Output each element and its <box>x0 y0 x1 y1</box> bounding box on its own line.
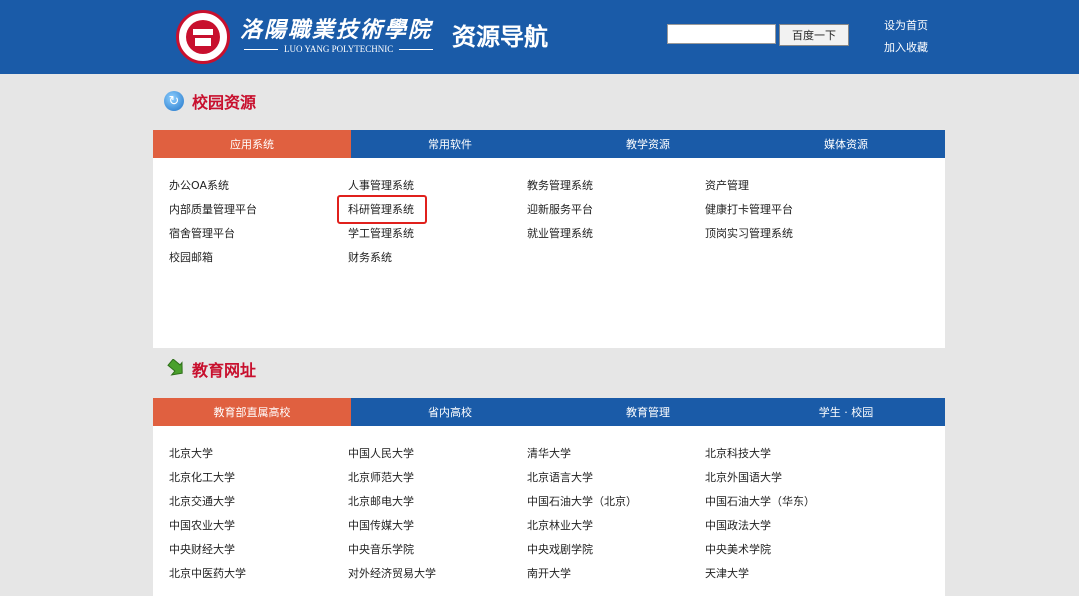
set-homepage-link[interactable]: 设为首页 <box>884 17 928 33</box>
link-university[interactable]: 中央戏剧学院 <box>527 538 705 562</box>
campus-tabs: 应用系统 常用软件 教学资源 媒体资源 <box>153 130 945 158</box>
green-arrow-icon <box>164 359 184 379</box>
link-university[interactable]: 中国石油大学（华东） <box>705 490 883 514</box>
add-favorite-link[interactable]: 加入收藏 <box>884 39 928 55</box>
search-button[interactable]: 百度一下 <box>779 24 849 46</box>
link-university[interactable]: 中国传媒大学 <box>348 514 527 538</box>
refresh-icon: ↻ <box>164 91 184 111</box>
link-university[interactable]: 天津大学 <box>705 562 883 586</box>
tab-provincial-universities[interactable]: 省内高校 <box>351 398 549 426</box>
link-university[interactable]: 北京化工大学 <box>169 466 348 490</box>
tab-student-campus[interactable]: 学生 · 校园 <box>747 398 945 426</box>
campus-heading-title: 校园资源 <box>192 93 257 112</box>
link-academic-system[interactable]: 教务管理系统 <box>527 174 705 198</box>
link-university[interactable]: 北京林业大学 <box>527 514 705 538</box>
education-section-heading: 教育网址 <box>164 357 256 381</box>
link-university[interactable]: 中国石油大学（北京） <box>527 490 705 514</box>
link-university[interactable]: 北京交通大学 <box>169 490 348 514</box>
education-heading-title: 教育网址 <box>192 361 257 380</box>
link-campus-mail[interactable]: 校园邮箱 <box>169 246 348 270</box>
link-university[interactable]: 北京师范大学 <box>348 466 527 490</box>
campus-section-heading: ↻ 校园资源 <box>164 89 256 113</box>
brand-name-cn: 洛陽職業技術學院 <box>240 17 433 43</box>
education-panel: 教育部直属高校 省内高校 教育管理 学生 · 校园 北京大学 中国人民大学 清华… <box>153 398 945 596</box>
tab-ministry-universities[interactable]: 教育部直属高校 <box>153 398 351 426</box>
link-finance-system[interactable]: 财务系统 <box>348 246 527 270</box>
link-enrollment-platform[interactable]: 迎新服务平台 <box>527 198 705 222</box>
link-university[interactable]: 清华大学 <box>527 442 705 466</box>
link-quality-platform[interactable]: 内部质量管理平台 <box>169 198 348 222</box>
link-university[interactable]: 北京科技大学 <box>705 442 883 466</box>
college-seal-icon <box>176 10 230 64</box>
campus-panel: 应用系统 常用软件 教学资源 媒体资源 办公OA系统 人事管理系统 教务管理系统… <box>153 130 945 348</box>
link-university[interactable]: 中国政法大学 <box>705 514 883 538</box>
campus-link-grid: 办公OA系统 人事管理系统 教务管理系统 资产管理 内部质量管理平台 科研管理系… <box>153 158 945 270</box>
link-employment-system[interactable]: 就业管理系统 <box>527 222 705 246</box>
link-university[interactable]: 北京外国语大学 <box>705 466 883 490</box>
link-university[interactable]: 中国人民大学 <box>348 442 527 466</box>
link-university[interactable]: 中国农业大学 <box>169 514 348 538</box>
link-university[interactable]: 北京大学 <box>169 442 348 466</box>
link-dormitory-platform[interactable]: 宿舍管理平台 <box>169 222 348 246</box>
tab-education-management[interactable]: 教育管理 <box>549 398 747 426</box>
header-bar: 洛陽職業技術學院 LUO YANG POLYTECHNIC 资源导航 百度一下 … <box>0 0 1079 74</box>
tab-applications[interactable]: 应用系统 <box>153 130 351 158</box>
tab-media-resources[interactable]: 媒体资源 <box>747 130 945 158</box>
link-university[interactable]: 北京邮电大学 <box>348 490 527 514</box>
link-oa-system[interactable]: 办公OA系统 <box>169 174 348 198</box>
link-university[interactable]: 中央美术学院 <box>705 538 883 562</box>
education-tabs: 教育部直属高校 省内高校 教育管理 学生 · 校园 <box>153 398 945 426</box>
tab-teaching-resources[interactable]: 教学资源 <box>549 130 747 158</box>
education-link-grid: 北京大学 中国人民大学 清华大学 北京科技大学 北京化工大学 北京师范大学 北京… <box>153 426 945 586</box>
link-university[interactable]: 南开大学 <box>527 562 705 586</box>
link-university[interactable]: 对外经济贸易大学 <box>348 562 527 586</box>
brand-name-en: LUO YANG POLYTECHNIC <box>244 44 444 54</box>
link-student-affairs[interactable]: 学工管理系统 <box>348 222 527 246</box>
link-university[interactable]: 北京语言大学 <box>527 466 705 490</box>
site-title: 资源导航 <box>452 23 548 51</box>
link-university[interactable]: 中央财经大学 <box>169 538 348 562</box>
link-health-checkin[interactable]: 健康打卡管理平台 <box>705 198 883 222</box>
link-university[interactable]: 中央音乐学院 <box>348 538 527 562</box>
tab-software[interactable]: 常用软件 <box>351 130 549 158</box>
link-internship-system[interactable]: 顶岗实习管理系统 <box>705 222 883 246</box>
research-link-highlight <box>337 195 427 224</box>
link-asset-management[interactable]: 资产管理 <box>705 174 883 198</box>
link-university[interactable]: 北京中医药大学 <box>169 562 348 586</box>
search-input[interactable] <box>667 24 776 44</box>
